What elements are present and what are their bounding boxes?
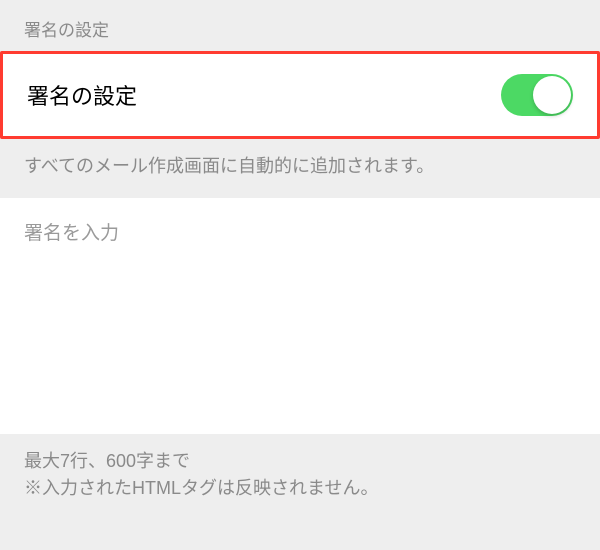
signature-description: すべてのメール作成画面に自動的に追加されます。 bbox=[0, 139, 600, 198]
signature-toggle-switch[interactable] bbox=[501, 74, 573, 116]
footer-note-line1: 最大7行、600字まで bbox=[24, 448, 576, 475]
section-header-title: 署名の設定 bbox=[24, 21, 109, 40]
signature-toggle-label: 署名の設定 bbox=[27, 79, 137, 111]
toggle-knob bbox=[533, 76, 571, 114]
signature-input-panel bbox=[0, 198, 600, 434]
footer-note: 最大7行、600字まで ※入力されたHTMLタグは反映されません。 bbox=[0, 434, 600, 516]
signature-input[interactable] bbox=[0, 198, 600, 434]
signature-toggle-row: 署名の設定 bbox=[3, 54, 597, 136]
footer-note-line2: ※入力されたHTMLタグは反映されません。 bbox=[24, 475, 576, 502]
highlighted-setting-row: 署名の設定 bbox=[0, 51, 600, 139]
section-header: 署名の設定 bbox=[0, 0, 600, 51]
